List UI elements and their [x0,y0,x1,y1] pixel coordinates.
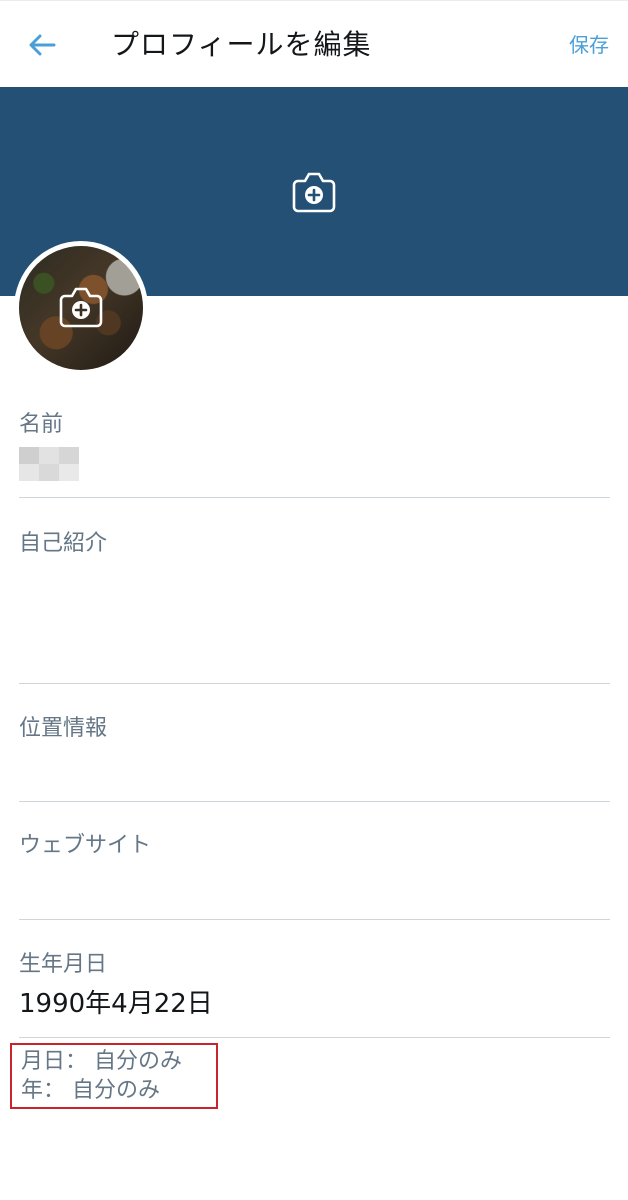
location-field[interactable]: 位置情報 [19,714,610,789]
birthday-field[interactable]: 生年月日 1990年4月22日 [19,950,610,1030]
birthday-privacy-highlight[interactable]: 月日： 自分のみ 年： 自分のみ [10,1043,218,1109]
website-label: ウェブサイト [19,833,152,858]
location-label: 位置情報 [19,716,108,741]
year-visibility: 年： 自分のみ [21,1078,160,1103]
app-header: プロフィールを編集 保存 [0,0,628,87]
bio-label: 自己紹介 [19,531,108,556]
banner-camera-button[interactable] [290,169,338,215]
divider [19,919,610,920]
name-label: 名前 [19,412,64,437]
name-field[interactable]: 名前 [19,410,610,490]
camera-plus-icon [292,172,336,213]
divider [19,1037,610,1038]
camera-plus-icon [59,287,103,328]
arrow-left-icon [29,34,56,56]
month-day-visibility: 月日： 自分のみ [21,1049,182,1074]
avatar[interactable] [19,246,143,370]
birthday-label: 生年月日 [19,952,108,977]
name-value-redacted [19,447,79,481]
edit-profile-screen: プロフィールを編集 保存 名前 自己紹介 位置情報 ウェブサイト 生年月日 19… [0,0,628,1200]
divider [19,683,610,684]
save-button[interactable]: 保存 [569,31,609,59]
back-button[interactable] [22,27,62,63]
website-field[interactable]: ウェブサイト [19,831,610,906]
avatar-frame [14,241,148,375]
birthday-value: 1990年4月22日 [19,989,213,1019]
divider [19,497,610,498]
divider [19,801,610,802]
bio-field[interactable]: 自己紹介 [19,529,610,669]
page-title: プロフィールを編集 [111,28,372,61]
avatar-camera-button[interactable] [57,284,105,330]
